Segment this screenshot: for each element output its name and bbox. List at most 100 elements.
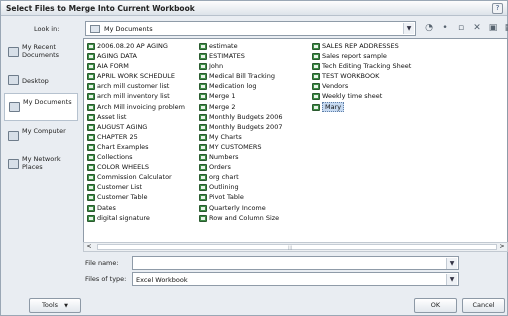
file-item[interactable]: APRIL WORK SCHEDULE: [86, 71, 185, 81]
file-item[interactable]: CHAPTER 25: [86, 132, 185, 142]
file-item[interactable]: estimate: [198, 41, 282, 51]
excel-file-icon: [199, 103, 207, 111]
excel-file-icon: [87, 103, 95, 111]
file-item[interactable]: Weekly time sheet: [311, 91, 411, 101]
excel-file-icon: [312, 43, 320, 50]
file-name-label: File name:: [85, 259, 119, 267]
place-my-recent-documents[interactable]: My Recent Documents: [4, 39, 78, 67]
file-item[interactable]: Dates: [86, 203, 185, 213]
file-item[interactable]: TEST WORKBOOK: [311, 71, 411, 81]
file-item[interactable]: AGING DATA: [86, 51, 185, 61]
file-name-text: arch mill customer list: [97, 82, 170, 91]
horizontal-scrollbar[interactable]: < ||| >: [83, 242, 508, 252]
excel-file-icon: [87, 53, 95, 61]
file-item[interactable]: Monthly Budgets 2007: [198, 122, 282, 132]
file-item[interactable]: ESTIMATES: [198, 51, 282, 61]
file-item[interactable]: My Charts: [198, 132, 282, 142]
ok-button[interactable]: OK: [414, 298, 457, 313]
excel-file-icon: [87, 174, 95, 182]
place-my-documents[interactable]: My Documents: [4, 93, 78, 121]
file-name-text: ESTIMATES: [209, 52, 245, 61]
file-item[interactable]: MY CUSTOMERS: [198, 142, 282, 152]
place-desktop[interactable]: Desktop: [4, 67, 78, 95]
file-item[interactable]: Collections: [86, 152, 185, 162]
excel-file-icon: [199, 123, 207, 131]
file-name-text: Row and Column Size: [209, 213, 280, 222]
file-name-text: Merge 1: [209, 92, 236, 101]
title-bar: Select Files to Merge Into Current Workb…: [1, 1, 507, 16]
file-item[interactable]: Merge 1: [198, 91, 282, 101]
chevron-down-icon[interactable]: ▼: [446, 274, 457, 285]
file-name-field[interactable]: ▼: [132, 256, 459, 270]
file-item[interactable]: AUGUST AGING: [86, 122, 185, 132]
file-item[interactable]: arch mill inventory list: [86, 91, 185, 101]
cancel-button[interactable]: Cancel: [462, 298, 505, 313]
file-name-text: COLOR WHEELS: [97, 163, 150, 172]
help-button[interactable]: ?: [492, 3, 503, 14]
file-item[interactable]: Customer Table: [86, 192, 185, 202]
excel-file-icon: [87, 154, 95, 162]
up-folder-icon[interactable]: ▫: [454, 21, 468, 35]
scroll-right-icon[interactable]: >: [497, 243, 507, 251]
file-item[interactable]: Pivot Table: [198, 192, 282, 202]
file-item[interactable]: Sales report sample: [311, 51, 411, 61]
tools-button[interactable]: Tools ▼: [29, 298, 81, 313]
file-item[interactable]: Arch Mill invoicing problem: [86, 102, 185, 112]
scroll-left-icon[interactable]: <: [84, 243, 94, 251]
excel-file-icon: [199, 53, 207, 61]
file-item[interactable]: John: [198, 61, 282, 71]
place-my-network-places[interactable]: My Network Places: [4, 151, 78, 179]
file-item[interactable]: AIA FORM: [86, 61, 185, 71]
views-icon[interactable]: ▦: [502, 21, 508, 35]
file-name-text: MY CUSTOMERS: [209, 142, 262, 151]
file-name-text: Chart Examples: [97, 142, 149, 151]
scroll-thumb[interactable]: |||: [97, 244, 497, 250]
file-item[interactable]: Merge 2: [198, 102, 282, 112]
file-item[interactable]: Medical Bill Tracking: [198, 71, 282, 81]
file-item[interactable]: Asset list: [86, 112, 185, 122]
file-type-dropdown[interactable]: Excel Workbook ▼: [132, 272, 459, 286]
delete-icon[interactable]: ✕: [470, 21, 484, 35]
chevron-down-icon[interactable]: ▼: [403, 23, 414, 34]
excel-file-icon: [312, 53, 320, 61]
back-dropdown-icon[interactable]: •: [438, 21, 452, 35]
file-item[interactable]: Chart Examples: [86, 142, 185, 152]
file-item[interactable]: COLOR WHEELS: [86, 162, 185, 172]
file-item[interactable]: Orders: [198, 162, 282, 172]
file-item[interactable]: org chart: [198, 172, 282, 182]
file-item[interactable]: Medication log: [198, 81, 282, 91]
file-name-text: Quarterly Income: [209, 203, 266, 212]
file-item[interactable]: digital signature: [86, 213, 185, 223]
back-icon[interactable]: ◔: [422, 21, 436, 35]
file-list[interactable]: 2006.08.20 AP AGING AGING DATA AIA FORM APR…: [83, 38, 508, 245]
file-name-text: Merge 2: [209, 102, 236, 111]
place-my-computer[interactable]: My Computer: [4, 123, 78, 151]
file-name-text: AGING DATA: [97, 52, 137, 61]
file-item[interactable]: Commission Calculator: [86, 172, 185, 182]
excel-file-icon: [87, 204, 95, 212]
file-item[interactable]: Quarterly Income: [198, 203, 282, 213]
file-item[interactable]: SALES REP ADDRESSES: [311, 41, 411, 51]
excel-file-icon: [312, 63, 320, 71]
file-item[interactable]: Mary: [311, 101, 411, 112]
file-item[interactable]: 2006.08.20 AP AGING: [86, 41, 185, 51]
folder-icon: [90, 25, 100, 33]
file-name-text: org chart: [209, 173, 239, 182]
excel-file-icon: [87, 63, 95, 71]
file-item[interactable]: Outlining: [198, 182, 282, 192]
excel-file-icon: [199, 164, 207, 172]
chevron-down-icon[interactable]: ▼: [446, 258, 457, 269]
file-item[interactable]: Customer List: [86, 182, 185, 192]
file-item[interactable]: Vendors: [311, 81, 411, 91]
file-item[interactable]: Numbers: [198, 152, 282, 162]
excel-file-icon: [199, 154, 207, 162]
place-label: My Computer: [22, 127, 66, 135]
new-folder-icon[interactable]: ▣: [486, 21, 500, 35]
file-item[interactable]: arch mill customer list: [86, 81, 185, 91]
look-in-dropdown[interactable]: My Documents ▼: [85, 21, 416, 36]
place-label: My Network Places: [22, 155, 61, 171]
excel-file-icon: [87, 143, 95, 151]
file-item[interactable]: Monthly Budgets 2006: [198, 112, 282, 122]
file-item[interactable]: Tech Editing Tracking Sheet: [311, 61, 411, 71]
file-item[interactable]: Row and Column Size: [198, 213, 282, 223]
